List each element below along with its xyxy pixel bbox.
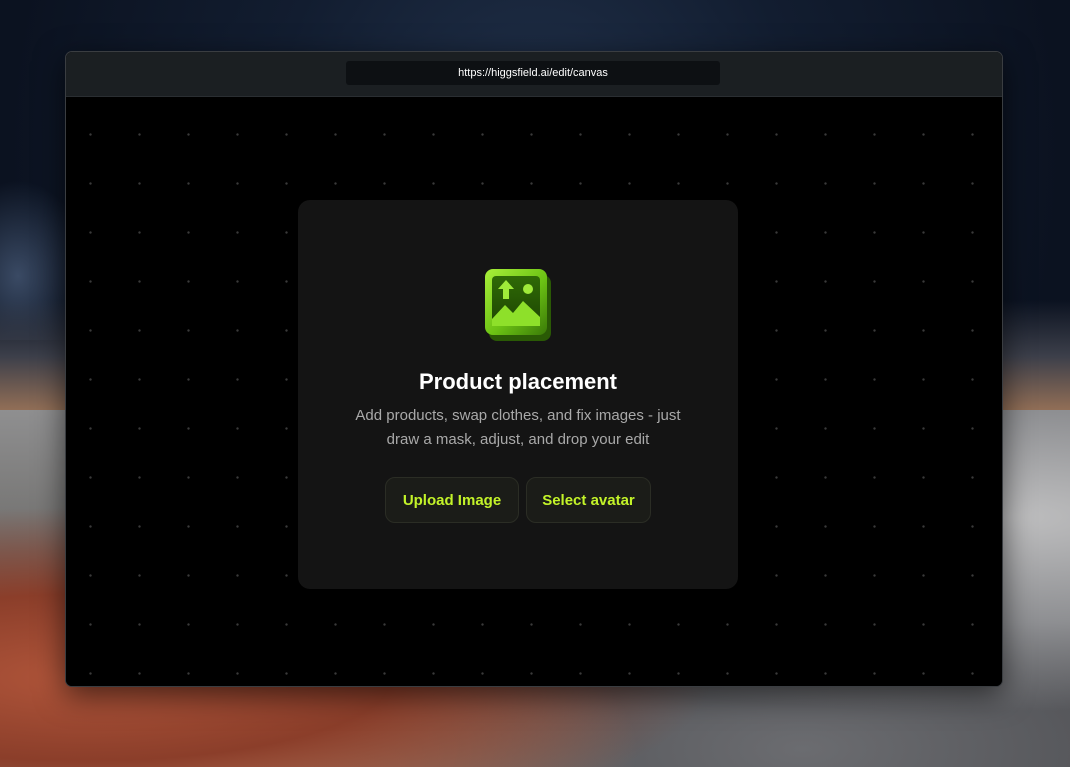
- address-bar[interactable]: https://higgsfield.ai/edit/canvas: [346, 61, 720, 85]
- browser-titlebar: https://higgsfield.ai/edit/canvas: [66, 52, 1002, 97]
- editor-canvas[interactable]: Product placement Add products, swap clo…: [66, 97, 1002, 686]
- browser-window: https://higgsfield.ai/edit/canvas Produc…: [65, 51, 1003, 687]
- upload-image-button[interactable]: Upload Image: [385, 477, 519, 523]
- card-description: Add products, swap clothes, and fix imag…: [355, 407, 681, 448]
- card-title: Product placement: [418, 369, 618, 394]
- desktop: https://higgsfield.ai/edit/canvas Produc…: [0, 0, 1070, 767]
- select-avatar-button[interactable]: Select avatar: [526, 477, 651, 523]
- image-upload-icon: [483, 265, 555, 345]
- product-placement-card: Product placement Add products, swap clo…: [298, 200, 738, 589]
